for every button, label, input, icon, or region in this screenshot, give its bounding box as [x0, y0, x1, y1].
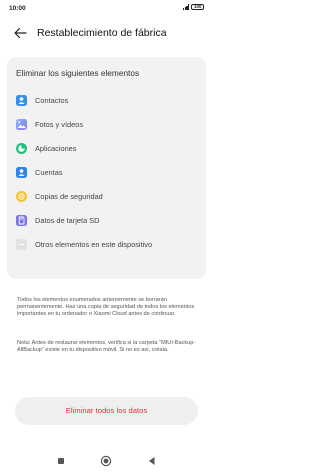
other-items-icon — [16, 239, 27, 250]
list-item-sd-card: Datos de tarjeta SD — [16, 214, 196, 228]
list-item-apps: Aplicaciones — [16, 142, 196, 156]
back-button[interactable] — [145, 454, 159, 468]
photos-icon — [16, 119, 27, 130]
status-time: 10:00 — [9, 5, 26, 12]
items-card: Eliminar los siguientes elementos Contac… — [7, 57, 206, 279]
backup-icon — [16, 191, 27, 202]
navigation-bar — [0, 446, 213, 474]
header: Restablecimiento de fábrica — [0, 22, 213, 44]
list-item-backup: Copias de seguridad — [16, 190, 196, 204]
recent-apps-button[interactable] — [54, 454, 68, 468]
warning-text: Todos los elementos enumerados anteriorm… — [17, 297, 195, 318]
home-button[interactable] — [99, 454, 113, 468]
card-title: Eliminar los siguientes elementos — [16, 68, 140, 78]
back-arrow-icon[interactable] — [13, 27, 27, 39]
apps-icon — [16, 143, 27, 154]
sd-card-icon — [16, 215, 27, 226]
list-item-accounts: Cuentas — [16, 166, 196, 180]
note-text: Nota: Antes de restaurar elementos, veri… — [17, 340, 196, 354]
item-label: Cuentas — [35, 167, 63, 177]
item-label: Fotos y vídeos — [35, 119, 84, 129]
list-item-other: Otros elementos en este dispositivo — [16, 238, 196, 252]
item-label: Copias de seguridad — [35, 191, 103, 201]
item-label: Contactos — [35, 95, 69, 105]
accounts-icon — [16, 167, 27, 178]
item-label: Otros elementos en este dispositivo — [35, 239, 153, 249]
item-label: Datos de tarjeta SD — [35, 215, 100, 225]
status-bar: 10:00 100 — [0, 0, 213, 16]
battery-icon: 100 — [191, 4, 204, 10]
contacts-icon — [16, 95, 27, 106]
item-label: Aplicaciones — [35, 143, 77, 153]
battery-level: 100 — [193, 4, 202, 9]
page-title: Restablecimiento de fábrica — [37, 27, 167, 39]
status-icons: 100 — [182, 4, 204, 10]
signal-icon — [182, 4, 190, 10]
list-item-photos: Fotos y vídeos — [16, 118, 196, 132]
erase-all-data-button[interactable]: Eliminar todos los datos — [15, 397, 198, 425]
list-item-contacts: Contactos — [16, 94, 196, 108]
